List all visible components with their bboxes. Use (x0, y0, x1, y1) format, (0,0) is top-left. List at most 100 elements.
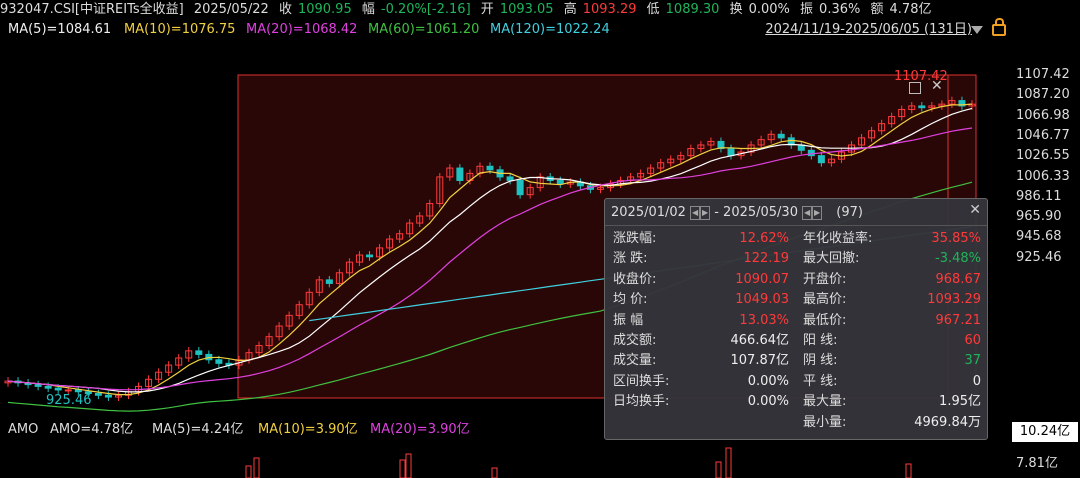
change-value: -0.20%[-2.16] (380, 2, 471, 17)
amo-ma20: MA(20)=3.90亿 (370, 422, 470, 437)
low-marker: 925.46 (46, 393, 92, 408)
turnover-label: 换 (729, 2, 743, 17)
stat-value: 37 (964, 353, 981, 369)
candle-body (516, 179, 524, 196)
volume-bar (905, 463, 912, 478)
close-icon[interactable]: ✕ (969, 202, 981, 218)
stat-value: 122.19 (743, 251, 790, 267)
price-axis-tick: 925.46 (1016, 249, 1062, 265)
price-axis-tick: 1046.77 (1016, 127, 1070, 143)
candle-body (556, 179, 564, 185)
chevron-down-icon[interactable] (971, 26, 983, 34)
stat-value: 968.67 (935, 271, 982, 287)
start-prev-button[interactable]: ◀ (690, 205, 701, 220)
low-label: 低 (646, 2, 660, 17)
stat-label: 最高价: (803, 292, 847, 308)
stat-label: 阴 线: (803, 353, 838, 369)
stat-value: 4969.84万 (914, 414, 981, 430)
change-label: 幅 (361, 2, 375, 17)
open-value: 1093.05 (499, 2, 554, 17)
candle-body (777, 133, 785, 139)
price-axis-tick: 945.68 (1016, 229, 1062, 245)
stat-label: 最小量: (803, 414, 847, 430)
stat-label: 最大量: (803, 394, 847, 410)
volume-chart (245, 447, 912, 478)
index-code: 932047.CSI[中证REITs全收益] (0, 2, 184, 17)
candle-body (817, 155, 825, 164)
ma10-legend: MA(10)=1076.75 (124, 22, 236, 37)
close-label: 收 (278, 2, 292, 17)
turnover-value: 0.00% (748, 2, 790, 17)
stat-label: 最低价: (803, 312, 847, 328)
quote-date: 2025/05/22 (193, 2, 269, 17)
stat-label: 振 幅 (613, 312, 644, 328)
candle-body (44, 385, 52, 389)
stat-value: 0 (972, 373, 981, 389)
amo-current-badge: 10.24亿 (1012, 422, 1078, 442)
volume-bar (253, 457, 260, 478)
lock-icon[interactable] (992, 18, 1006, 36)
ma5-legend: MA(5)=1084.61 (8, 22, 112, 37)
candle-body (456, 167, 464, 181)
ma20-legend: MA(20)=1068.42 (246, 22, 358, 37)
end-next-button[interactable]: ▶ (812, 205, 823, 220)
stat-label: 均 价: (613, 292, 648, 308)
divider (605, 225, 987, 226)
stat-value: 967.21 (935, 312, 982, 328)
stat-value: 13.03% (739, 312, 789, 328)
stat-label: 区间换手: (613, 373, 670, 389)
volume-bar (399, 459, 406, 478)
end-date: 2025/05/30 (723, 205, 798, 220)
stat-label: 收盘价: (613, 271, 657, 287)
candle-body (94, 392, 102, 396)
candle-body (215, 359, 223, 364)
stat-value: 1.95亿 (939, 394, 981, 410)
stat-value: 0.00% (747, 373, 789, 389)
candle-body (486, 165, 494, 171)
stat-label: 最大回撤: (803, 251, 860, 267)
stats-header: 2025/01/02 ◀ ▶ - 2025/05/30 ◀ ▶ (97) (611, 205, 863, 220)
stat-label: 阳 线: (803, 333, 838, 348)
candle-body (34, 384, 42, 387)
amo-axis-tick: 7.81亿 (1016, 456, 1058, 471)
amplitude-label: 振 (800, 2, 814, 17)
stat-value: 1049.03 (735, 292, 789, 308)
volume-bar (725, 447, 732, 478)
price-axis-tick: 1066.98 (1016, 107, 1070, 123)
high-value: 1093.29 (582, 2, 637, 17)
price-axis: 1107.42 1087.20 1066.98 1046.77 1026.55 1006.… (1012, 0, 1080, 420)
stat-label: 年化收益率: (803, 231, 873, 246)
candle-body (54, 387, 62, 391)
open-label: 开 (480, 2, 494, 17)
stat-value: -3.48% (935, 251, 981, 267)
stat-value: 0.00% (747, 394, 789, 410)
price-axis-tick: 1107.42 (1016, 67, 1070, 82)
amo-value: AMO=4.78亿 (50, 422, 134, 437)
start-date: 2025/01/02 (611, 205, 686, 220)
stat-label: 涨跌幅: (613, 231, 657, 246)
amo-ma10: MA(10)=3.90亿 (258, 422, 358, 437)
candle-body (727, 148, 735, 157)
period-range-selector[interactable]: 2024/11/19-2025/06/05 (131日) (765, 20, 972, 40)
stat-label: 开盘价: (803, 271, 847, 287)
price-axis-tick: 965.90 (1016, 209, 1062, 225)
stat-value: 60 (964, 333, 981, 348)
stat-value: 1090.07 (735, 271, 789, 287)
stat-value: 35.85% (931, 231, 981, 246)
stat-label: 成交额: (613, 333, 657, 348)
ma120-legend: MA(120)=1022.24 (490, 22, 610, 37)
stat-value: 1093.29 (927, 292, 981, 308)
volume-bar (715, 461, 722, 478)
stat-label: 成交量: (613, 353, 657, 369)
amo-label: AMO (8, 422, 39, 437)
price-axis-tick: 1006.33 (1016, 168, 1070, 184)
maximize-icon[interactable] (909, 82, 921, 94)
start-next-button[interactable]: ▶ (700, 205, 711, 220)
close-selection-icon[interactable]: ✕ (931, 78, 943, 94)
amplitude-value: 0.36% (819, 2, 861, 17)
amount-value: 4.78亿 (889, 2, 932, 17)
candle-body (325, 279, 333, 284)
end-prev-button[interactable]: ◀ (802, 205, 813, 220)
candle-body (74, 389, 82, 393)
low-value: 1089.30 (665, 2, 720, 17)
